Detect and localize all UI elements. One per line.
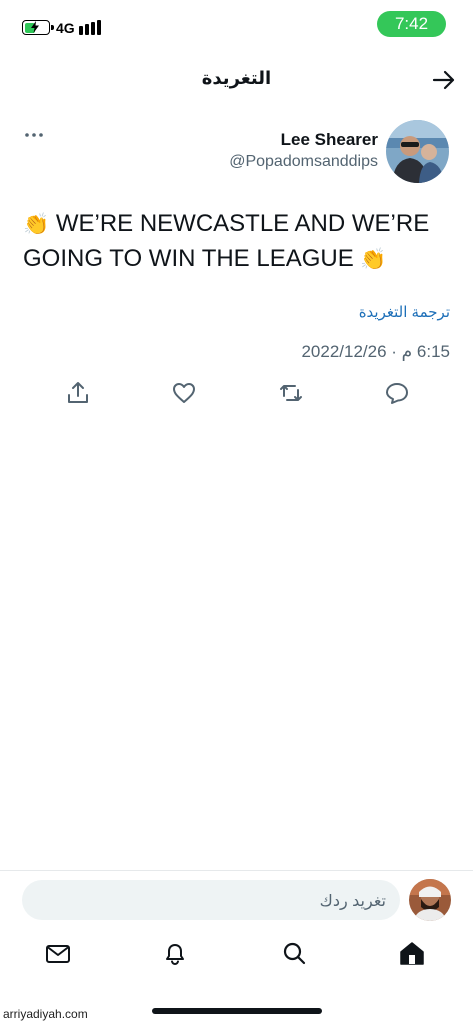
battery-icon — [22, 20, 54, 35]
clapping-hands-emoji: 👏 — [23, 213, 50, 236]
heart-icon[interactable] — [171, 380, 197, 406]
home-icon[interactable] — [397, 938, 427, 968]
user-photo — [409, 879, 451, 921]
share-icon[interactable] — [65, 380, 91, 406]
more-horizontal-icon[interactable] — [24, 131, 44, 139]
page-title: التغريدة — [201, 68, 272, 88]
author-photo — [386, 120, 449, 183]
watermark: arriyadiyah.com — [3, 1007, 88, 1021]
translate-tweet-link[interactable]: ترجمة التغريدة — [359, 303, 450, 321]
mail-icon[interactable] — [43, 938, 73, 968]
reply-placeholder: تغريد ردك — [319, 893, 386, 910]
clapping-hands-emoji: 👏 — [360, 248, 387, 271]
tweet-text-line-2: GOING TO WIN THE LEAGUE — [23, 245, 361, 272]
tweet-timestamp: 6:15 م · 2022/12/26 — [301, 342, 450, 361]
bell-icon[interactable] — [160, 938, 190, 968]
header-bar: التغريدة — [0, 56, 473, 102]
my-avatar[interactable] — [409, 879, 451, 921]
network-type: 4G — [56, 20, 75, 36]
reply-input[interactable]: تغريد ردك — [22, 880, 400, 920]
home-indicator[interactable] — [152, 1008, 322, 1014]
reply-icon[interactable] — [384, 380, 410, 406]
author-handle[interactable]: @Popadomsanddips — [229, 153, 378, 171]
tweet-text-line-1: WE’RE NEWCASTLE AND WE’RE — [49, 210, 430, 237]
status-time: 7:42 — [377, 11, 446, 37]
tweet-text: 👏 WE’RE NEWCASTLE AND WE’RE GOING TO WIN… — [23, 207, 455, 277]
status-bar: 4G 7:42 — [0, 0, 473, 50]
search-icon[interactable] — [279, 938, 309, 968]
retweet-icon[interactable] — [278, 380, 304, 406]
bottom-tab-bar — [0, 938, 473, 978]
author-avatar[interactable] — [386, 120, 449, 183]
reply-divider — [0, 870, 473, 871]
charging-bolt-icon — [31, 21, 39, 33]
tweet-actions — [0, 380, 473, 406]
arrow-right-icon[interactable] — [432, 70, 456, 90]
author-name[interactable]: Lee Shearer — [281, 130, 378, 150]
signal-strength-icon — [79, 20, 103, 35]
